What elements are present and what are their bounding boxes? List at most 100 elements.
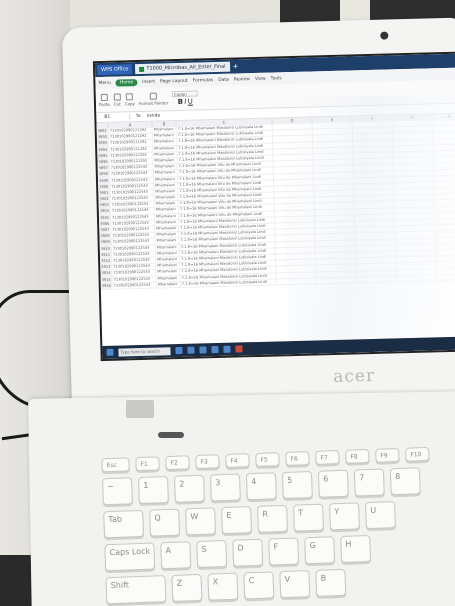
formula-input[interactable]: nsnde xyxy=(147,113,161,118)
key-f[interactable]: F xyxy=(268,537,300,566)
key-f10[interactable]: F10 xyxy=(405,446,430,462)
row-number[interactable]: 3894 xyxy=(97,147,110,153)
row-number[interactable]: 3906 xyxy=(99,221,112,228)
key-e[interactable]: E xyxy=(221,506,253,535)
table-cell[interactable]: Mhamalani xyxy=(154,188,179,195)
key-z[interactable]: Z xyxy=(171,573,203,602)
key-w[interactable]: W xyxy=(185,507,217,536)
table-cell[interactable]: Mhamalani xyxy=(156,281,181,288)
task-view-icon[interactable] xyxy=(175,346,183,355)
row-number[interactable]: 3893 xyxy=(96,141,110,147)
tab-wps-office[interactable]: WPS Office xyxy=(96,64,133,76)
key-q[interactable]: Q xyxy=(149,508,181,537)
row-number[interactable]: 3892 xyxy=(96,134,109,141)
windows-start-icon[interactable] xyxy=(106,348,114,356)
table-cell[interactable]: Mhamalani xyxy=(152,127,177,133)
row-number[interactable]: 3902 xyxy=(98,196,111,203)
key-esc[interactable]: Esc xyxy=(101,457,130,473)
key-4[interactable]: 4 xyxy=(245,472,277,501)
format-painter-button[interactable]: Format Painter xyxy=(139,92,168,106)
table-cell[interactable]: Mhamalani xyxy=(156,275,181,282)
key-f1[interactable]: F1 xyxy=(135,456,160,472)
menu-item-tools[interactable]: Tools xyxy=(271,76,282,81)
tab-document[interactable]: T1000_Microbas_All_Enter_Final xyxy=(135,61,230,75)
key-tab[interactable]: Tab xyxy=(103,509,145,539)
row-number[interactable]: 3900 xyxy=(98,184,111,190)
key-f3[interactable]: F3 xyxy=(195,454,220,470)
key-f4[interactable]: F4 xyxy=(225,453,250,468)
key-7[interactable]: 7 xyxy=(353,468,385,497)
row-number[interactable]: 3905 xyxy=(98,215,112,221)
table-cell[interactable]: Mhamalani xyxy=(155,238,180,245)
key-u[interactable]: U xyxy=(365,501,396,530)
table-cell[interactable]: Mhamalani xyxy=(153,164,178,170)
table-cell[interactable]: Mhamalani xyxy=(156,256,181,263)
row-number[interactable]: 3913 xyxy=(100,264,113,271)
key-f9[interactable]: F9 xyxy=(375,447,400,463)
paste-button[interactable]: Paste xyxy=(99,93,110,107)
table-cell[interactable]: Mhamalani xyxy=(155,244,180,251)
row-number[interactable]: 3910 xyxy=(99,246,112,252)
key-caps-lock[interactable]: Caps Lock xyxy=(104,542,156,572)
row-number[interactable]: 3901 xyxy=(98,190,111,197)
key-3[interactable]: 3 xyxy=(209,473,241,502)
key-f7[interactable]: F7 xyxy=(315,450,340,465)
table-cell[interactable]: Mhamalani xyxy=(155,250,181,257)
cut-button[interactable]: Cut xyxy=(113,93,121,107)
row-number[interactable]: 3899 xyxy=(97,178,111,184)
copy-button[interactable]: Copy xyxy=(125,93,135,106)
table-cell[interactable]: Mhamalani xyxy=(154,182,179,189)
name-box[interactable]: B1 xyxy=(104,114,131,120)
taskbar-search[interactable]: Type here to search xyxy=(118,346,171,357)
table-cell[interactable]: Mhamalani xyxy=(154,195,179,201)
key-r[interactable]: R xyxy=(257,504,288,533)
key-b[interactable]: B xyxy=(315,568,347,597)
key-s[interactable]: S xyxy=(196,540,228,569)
table-cell[interactable]: Mhamalani xyxy=(155,232,180,238)
key-shift[interactable]: Shift xyxy=(105,575,167,605)
key-y[interactable]: Y xyxy=(329,502,360,531)
row-number[interactable]: 3916 xyxy=(100,283,113,289)
menu-item-page-layout[interactable]: Page Layout xyxy=(160,78,188,84)
store-icon[interactable] xyxy=(211,346,219,354)
row-number[interactable]: 3914 xyxy=(100,271,113,277)
table-cell[interactable]: 7130102990122543 xyxy=(112,282,157,289)
key-h[interactable]: H xyxy=(340,534,372,564)
key-5[interactable]: 5 xyxy=(281,470,313,500)
key-f6[interactable]: F6 xyxy=(285,451,310,466)
key-d[interactable]: D xyxy=(232,538,264,567)
table-cell[interactable]: Mhamalani xyxy=(153,151,178,158)
wps-icon[interactable] xyxy=(235,345,243,353)
table-cell[interactable]: Mhamalani xyxy=(153,157,178,164)
edge-icon[interactable] xyxy=(187,346,195,354)
key-a[interactable]: A xyxy=(160,541,192,570)
row-number[interactable]: 3911 xyxy=(99,252,113,259)
key-~[interactable]: ~ xyxy=(102,477,133,506)
table-cell[interactable]: 7.1.8=16 Mhamalani Masalonsi Lubisiyala … xyxy=(180,279,277,287)
row-number[interactable]: 3908 xyxy=(99,233,112,240)
key-g[interactable]: G xyxy=(304,536,336,565)
row-number[interactable]: 3896 xyxy=(97,159,110,166)
row-number[interactable]: 3895 xyxy=(97,153,110,160)
row-number[interactable]: 3915 xyxy=(100,277,113,283)
table-cell[interactable]: Mhamalani xyxy=(153,176,179,183)
row-number[interactable]: 3909 xyxy=(99,240,112,246)
row-number[interactable]: 3903 xyxy=(98,203,111,209)
key-f8[interactable]: F8 xyxy=(345,448,370,464)
fx-icon[interactable]: fx xyxy=(136,114,140,119)
menu-item-menu[interactable]: Menu xyxy=(98,80,110,85)
table-cell[interactable]: Mhamalani xyxy=(152,133,177,140)
table-cell[interactable]: Mhamalani xyxy=(154,207,179,214)
key-c[interactable]: C xyxy=(243,571,275,600)
menu-item-insert[interactable]: Insert xyxy=(142,79,155,84)
key-v[interactable]: V xyxy=(279,570,311,599)
key-8[interactable]: 8 xyxy=(389,467,421,496)
table-cell[interactable]: Mhamalani xyxy=(153,145,178,152)
key-1[interactable]: 1 xyxy=(137,476,169,505)
underline-button[interactable]: U xyxy=(188,98,193,106)
row-number[interactable]: 3904 xyxy=(98,209,111,215)
table-cell[interactable]: Mhamalani xyxy=(155,219,180,226)
key-6[interactable]: 6 xyxy=(317,469,349,498)
row-number[interactable]: 3907 xyxy=(99,227,112,234)
table-cell[interactable]: Mhamalani xyxy=(154,213,180,220)
